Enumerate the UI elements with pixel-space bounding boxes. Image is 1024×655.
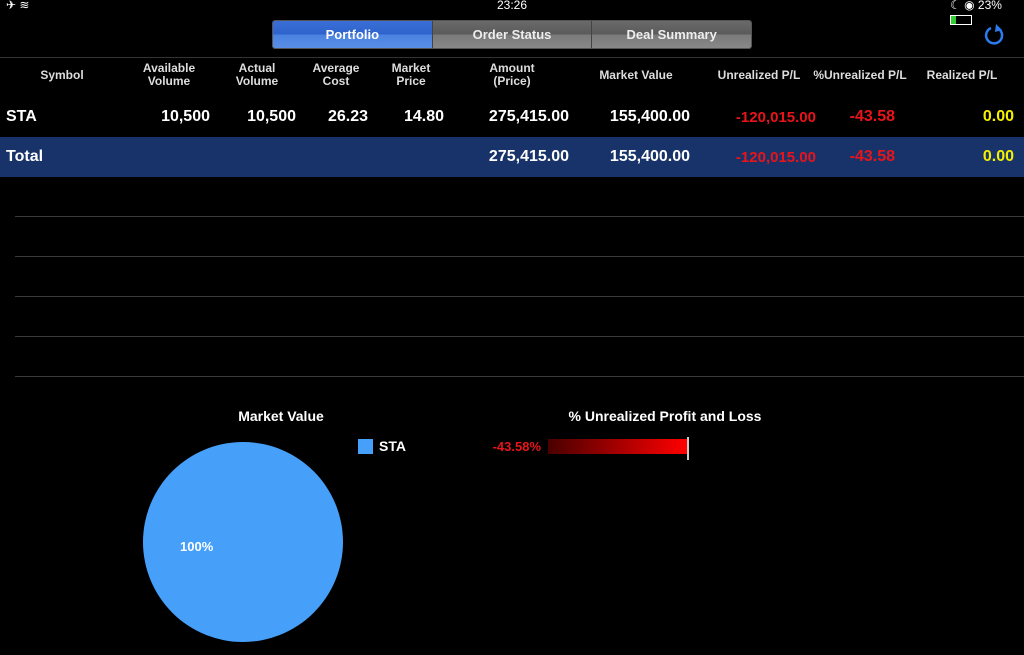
clock: 23:26 bbox=[497, 0, 528, 12]
bar-chart-title: % Unrealized Profit and Loss bbox=[568, 408, 762, 424]
header-symbol: Symbol bbox=[40, 68, 84, 82]
total-market-value: 155,400.00 bbox=[609, 148, 690, 165]
legend-swatch-sta bbox=[358, 439, 373, 454]
row-divider bbox=[15, 376, 1024, 377]
refresh-icon bbox=[984, 24, 1004, 45]
header-realized-pl: Realized P/L bbox=[926, 68, 998, 82]
header-unrealized-pl: Unrealized P/L bbox=[717, 68, 801, 82]
header-amount: Amount (Price) bbox=[489, 61, 535, 88]
cell-unrealized-pl: -120,015.00 bbox=[735, 109, 816, 126]
row-divider bbox=[15, 296, 1024, 297]
pie-chart-title: Market Value bbox=[238, 408, 324, 424]
tab-order-status[interactable]: Order Status bbox=[431, 21, 592, 48]
total-pct-unrealized-pl: -43.58 bbox=[849, 148, 895, 165]
cell-average-cost: 26.23 bbox=[327, 108, 368, 125]
header-average-cost: Average Cost bbox=[312, 61, 360, 88]
header-actual-volume: Actual Volume bbox=[235, 61, 279, 88]
tab-portfolio[interactable]: Portfolio bbox=[273, 21, 432, 48]
tab-deal-summary[interactable]: Deal Summary bbox=[591, 21, 751, 48]
battery-percent: 23% bbox=[977, 0, 1002, 12]
bar-label-sta: -43.58% bbox=[492, 439, 541, 454]
row-divider bbox=[15, 336, 1024, 337]
header-market-price: Market Price bbox=[391, 61, 431, 88]
airplane-wifi-icons: ✈ ≋ bbox=[6, 0, 30, 12]
total-realized-pl: 0.00 bbox=[982, 148, 1014, 165]
cell-symbol: STA bbox=[6, 108, 37, 125]
cell-realized-pl: 0.00 bbox=[982, 108, 1014, 125]
header-market-value: Market Value bbox=[599, 68, 673, 82]
cell-market-price: 14.80 bbox=[403, 108, 444, 125]
cell-pct-unrealized-pl: -43.58 bbox=[849, 108, 895, 125]
bar-sta bbox=[548, 439, 687, 454]
refresh-button[interactable] bbox=[983, 22, 1007, 53]
row-divider bbox=[15, 216, 1024, 217]
cell-actual-volume: 10,500 bbox=[247, 108, 296, 125]
bar-axis-zero-line bbox=[687, 437, 689, 460]
total-unrealized-pl: -120,015.00 bbox=[735, 149, 816, 166]
pie-slice-sta bbox=[143, 442, 343, 642]
pie-slice-label: 100% bbox=[180, 539, 214, 554]
total-label: Total bbox=[6, 148, 44, 165]
cell-market-value: 155,400.00 bbox=[609, 108, 690, 125]
cell-available-volume: 10,500 bbox=[161, 108, 210, 125]
header-available-volume: Available Volume bbox=[142, 61, 196, 88]
total-amount: 275,415.00 bbox=[488, 148, 569, 165]
tab-bar: Portfolio Order Status Deal Summary bbox=[272, 20, 752, 49]
pie-chart: 100% bbox=[143, 442, 343, 642]
header-pct-unrealized-pl: %Unrealized P/L bbox=[813, 68, 907, 82]
row-divider bbox=[15, 256, 1024, 257]
legend-label-sta: STA bbox=[379, 438, 406, 454]
cell-amount: 275,415.00 bbox=[488, 108, 569, 125]
total-row: Total 275,415.00 155,400.00 -120,015.00 … bbox=[0, 137, 1024, 177]
